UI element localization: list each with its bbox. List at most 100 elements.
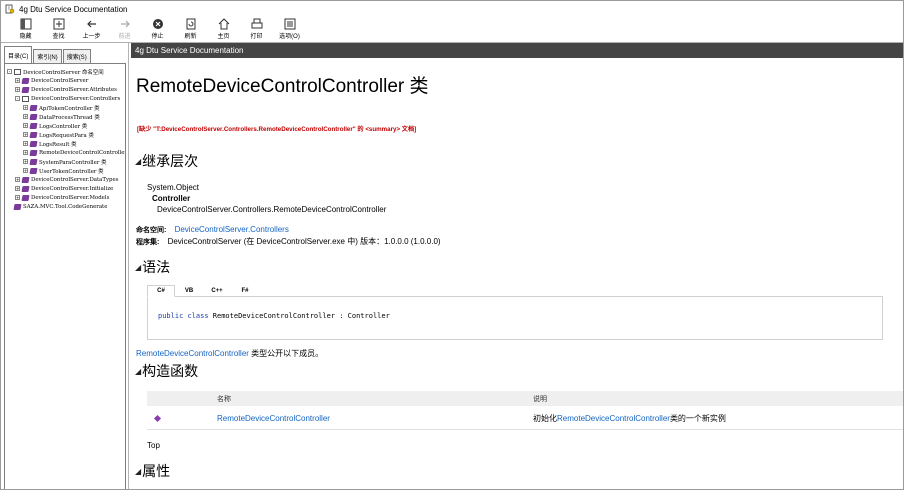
section-constructors-toggle[interactable]: ◢ 构造函数 (135, 361, 198, 381)
current-type: DeviceControlServer.Controllers.RemoteDe… (157, 205, 387, 214)
toolbar-button-refresh[interactable]: 刷新 (174, 17, 207, 42)
expand-toggle-icon[interactable]: + (15, 195, 20, 200)
language-tab[interactable]: F# (231, 285, 259, 297)
expand-toggle-icon[interactable]: + (23, 141, 28, 146)
section-inheritance-heading: 继承层次 (142, 153, 199, 169)
section-inheritance-toggle[interactable]: ◢ 继承层次 (135, 151, 198, 171)
expand-toggle-icon[interactable]: + (23, 114, 28, 119)
tree-item[interactable]: - DeviceControlServer 命名空间 (7, 67, 125, 76)
tree-item[interactable]: + DeviceControlServer (7, 76, 125, 85)
nav-tab[interactable]: 目录(C) (4, 46, 33, 63)
toolbar-button-stop[interactable]: 停止 (141, 17, 174, 42)
topic-bar-title: 4g Dtu Service Documentation (135, 46, 244, 55)
constructor-desc-link[interactable]: RemoteDeviceControlController (557, 414, 670, 423)
topic-icon (29, 104, 38, 111)
expand-toggle-icon[interactable]: + (15, 177, 20, 182)
toolbar-button-label: 选项(O) (279, 34, 300, 40)
section-properties-toggle[interactable]: ◢ 属性 (135, 461, 170, 481)
column-name-header: 名称 (217, 395, 231, 403)
language-tab[interactable]: VB (175, 285, 203, 297)
topic-icon (21, 77, 30, 84)
exposed-members-line: RemoteDeviceControlController 类型公开以下成员。 (136, 348, 323, 359)
collapse-triangle-icon: ◢ (135, 156, 142, 166)
topic-icon (29, 113, 38, 120)
expand-toggle-icon[interactable]: + (15, 78, 20, 83)
expand-toggle-icon[interactable]: + (15, 186, 20, 191)
tree-item[interactable]: + DeviceControlServer.DataTypes (7, 175, 125, 184)
language-tab[interactable]: C# (147, 285, 175, 297)
toolbar-button-label: 刷新 (184, 34, 197, 40)
expand-toggle-icon[interactable]: + (23, 150, 28, 155)
namespace-line: 命名空间: DeviceControlServer.Controllers (136, 225, 289, 235)
tree-item-label: DataProcessThread 类 (39, 114, 100, 121)
base-type-link[interactable]: System.Object (147, 183, 199, 192)
expand-toggle-icon[interactable]: + (23, 168, 28, 173)
code-keywords: public class (158, 312, 209, 320)
tree-item-label: LogsController 类 (39, 123, 88, 130)
constructor-link[interactable]: RemoteDeviceControlController (217, 408, 330, 429)
topic-icon (29, 140, 38, 147)
toolbar-button-options[interactable]: 选项(O) (273, 17, 306, 42)
collapse-toggle-icon[interactable]: - (7, 69, 12, 74)
section-properties-heading: 属性 (142, 463, 171, 479)
locate-icon (53, 18, 64, 30)
assembly-line: 程序集: DeviceControlServer (在 DeviceContro… (136, 236, 441, 247)
tree-item[interactable]: + LogsController 类 (7, 121, 125, 130)
book-icon (14, 68, 21, 75)
toolbar-button-hide[interactable]: 隐藏 (9, 17, 42, 42)
topic-icon (29, 122, 38, 129)
nav-tabs: 目录(C) 索引(N) 搜索(S) (4, 45, 126, 63)
toolbar-button-label: 隐藏 (19, 34, 32, 40)
title-bar: 4g Dtu Service Documentation (1, 1, 903, 17)
tree-item[interactable]: - DeviceControlServer.Controllers (7, 94, 125, 103)
home-icon (218, 18, 229, 30)
tree-item[interactable]: + UserTokenController 类 (7, 166, 125, 175)
exposed-type-link[interactable]: RemoteDeviceControlController (136, 349, 249, 358)
expand-toggle-icon[interactable]: + (23, 105, 28, 110)
toolbar-button-forward-arrow[interactable]: 前进 (108, 17, 141, 42)
expand-toggle-icon[interactable]: + (15, 87, 20, 92)
tree-item[interactable]: + DeviceControlServer.Models (7, 193, 125, 202)
section-syntax-toggle[interactable]: ◢ 语法 (135, 257, 170, 277)
tree-item-label: DeviceControlServer (31, 77, 89, 84)
section-constructors-heading: 构造函数 (142, 363, 199, 379)
language-tab[interactable]: C++ (203, 285, 231, 297)
tree-item[interactable]: + DeviceControlServer.Attributes (7, 85, 125, 94)
tree-item[interactable]: + ApiTokenController 类 (7, 103, 125, 112)
toolbar-button-locate[interactable]: 查找 (42, 17, 75, 42)
tree-item[interactable]: + SystemParaController 类 (7, 157, 125, 166)
tree-item[interactable]: + DataProcessThread 类 (7, 112, 125, 121)
namespace-link[interactable]: DeviceControlServer.Controllers (175, 225, 289, 234)
tree-item[interactable]: + RemoteDeviceControlController (7, 148, 125, 157)
constructor-desc-suffix: 类的一个新实例 (669, 414, 726, 423)
toolbar-button-label: 主页 (217, 34, 230, 40)
topic-content[interactable]: RemoteDeviceControlController 类 [缺少 "T:D… (131, 58, 903, 489)
topic-icon (21, 86, 30, 93)
help-window: 4g Dtu Service Documentation 隐藏 查找 上一步 前进 停止… (0, 0, 904, 490)
contents-tree[interactable]: - DeviceControlServer 命名空间 + DeviceControlS… (4, 63, 126, 489)
navigation-pane: 目录(C) 索引(N) 搜索(S) - DeviceControlServer 命名空… (4, 45, 126, 489)
toolbar-button-print[interactable]: 打印 (240, 17, 273, 42)
back-arrow-icon (86, 20, 96, 28)
expand-toggle-icon (7, 204, 12, 209)
nav-tab[interactable]: 搜索(S) (62, 49, 91, 63)
toolbar-button-home[interactable]: 主页 (207, 17, 240, 42)
help-app-icon (5, 4, 15, 14)
expand-toggle-icon[interactable]: + (23, 159, 28, 164)
topic-icon (21, 176, 30, 183)
tree-item[interactable]: + LogsResult 类 (7, 139, 125, 148)
tree-item[interactable]: + DeviceControlServer.Initialize (7, 184, 125, 193)
top-link[interactable]: Top (147, 441, 160, 450)
nav-tab[interactable]: 索引(N) (33, 49, 62, 63)
collapse-triangle-icon: ◢ (135, 262, 142, 272)
members-table-header: 名称 说明 (147, 391, 903, 406)
pane-splitter[interactable] (128, 43, 129, 489)
tree-item[interactable]: + LogsRequestPara 类 (7, 130, 125, 139)
collapse-toggle-icon[interactable]: - (15, 96, 20, 101)
expand-toggle-icon[interactable]: + (23, 123, 28, 128)
toolbar-button-back-arrow[interactable]: 上一步 (75, 17, 108, 42)
expand-toggle-icon[interactable]: + (23, 132, 28, 137)
topic-icon (21, 194, 30, 201)
tree-item[interactable]: SAZA.MVC.Tool.CodeGenerate (7, 202, 125, 211)
tree-item-label: DeviceControlServer 命名空间 (23, 69, 104, 76)
